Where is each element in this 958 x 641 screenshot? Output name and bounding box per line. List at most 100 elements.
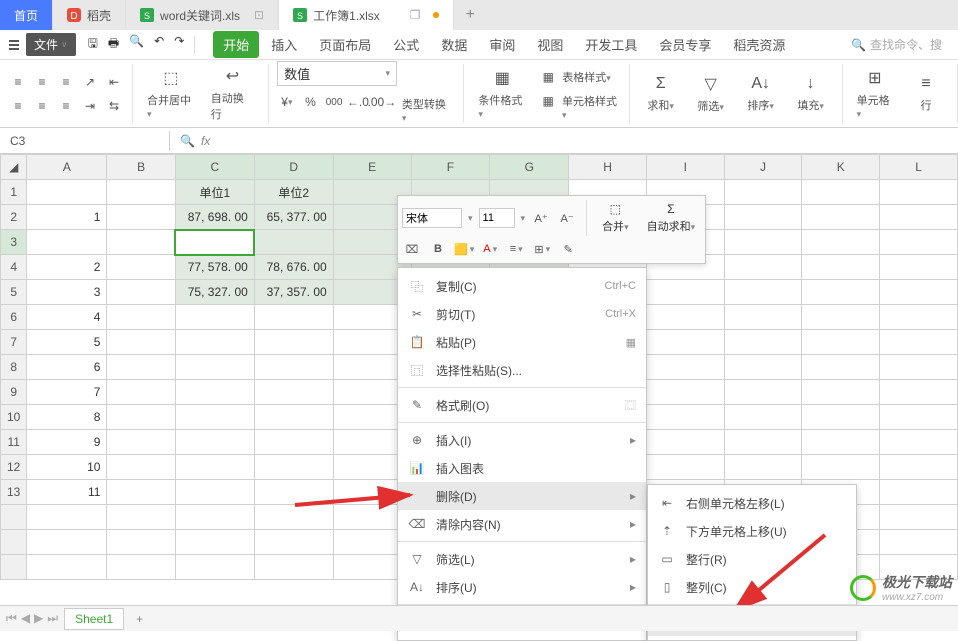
tab-data[interactable]: 数据 — [431, 31, 477, 58]
font-color-icon[interactable]: A▾ — [480, 239, 500, 259]
column-headers[interactable]: ◢ A B C D E F G H I J K L — [1, 155, 958, 180]
row-3[interactable]: 3 — [1, 230, 27, 255]
name-box[interactable]: C3 — [0, 131, 170, 151]
ctx-clear[interactable]: ⌫清除内容(N)▸ — [398, 510, 646, 538]
tab-add[interactable]: + — [454, 0, 487, 30]
fill-color-icon[interactable]: 🟨▾ — [454, 239, 474, 259]
cond-format-button[interactable]: ▦条件格式▾ — [472, 66, 532, 122]
col-K[interactable]: K — [802, 155, 880, 180]
currency-icon[interactable]: ¥ ▾ — [277, 92, 297, 112]
merge-mini-button[interactable]: ⬚合并▾ — [596, 200, 635, 236]
comma-icon[interactable]: 000 — [324, 92, 344, 112]
undo-icon[interactable]: ↶ — [154, 34, 164, 55]
sub-shift-up[interactable]: ⇡下方单元格上移(U) — [648, 517, 856, 545]
sum-button[interactable]: Σ求和▾ — [638, 73, 684, 115]
close-icon[interactable]: ⊡ — [254, 8, 264, 22]
tab-layout[interactable]: 页面布局 — [309, 31, 381, 58]
cell-button[interactable]: ⊞单元格▾ — [851, 66, 899, 122]
tab-doc2[interactable]: S word关键词.xls ⊡ — [126, 0, 279, 30]
file-menu[interactable]: 文件∨ — [26, 33, 76, 56]
ctx-insert[interactable]: ⊕插入(I)▸ — [398, 426, 646, 454]
indent-dec-icon[interactable]: ⇤ — [104, 72, 124, 92]
active-cell[interactable] — [175, 230, 254, 255]
percent-icon[interactable]: % — [301, 92, 321, 112]
tab-view[interactable]: 视图 — [527, 31, 573, 58]
align-bottom-icon[interactable]: ≡ — [56, 72, 76, 92]
ctx-sort[interactable]: A↓排序(U)▸ — [398, 573, 646, 601]
tab-member[interactable]: 会员专享 — [649, 31, 721, 58]
row-7[interactable]: 7 — [1, 330, 27, 355]
row-8[interactable]: 8 — [1, 355, 27, 380]
save-icon[interactable]: 🖫 — [88, 34, 98, 55]
align-right-icon[interactable]: ≡ — [56, 96, 76, 116]
font-grow-icon[interactable]: A⁺ — [531, 208, 551, 228]
tab-dev[interactable]: 开发工具 — [575, 31, 647, 58]
nav-last-icon[interactable]: ⏭ — [47, 611, 58, 626]
redo-icon[interactable]: ↷ — [174, 34, 184, 55]
nav-first-icon[interactable]: ⏮ — [6, 611, 17, 626]
border-mini-icon[interactable]: ⊞▾ — [532, 239, 552, 259]
row-4[interactable]: 4 — [1, 255, 27, 280]
ctx-copy[interactable]: ⿻复制(C)Ctrl+C — [398, 272, 646, 300]
tab-home[interactable]: 首页 — [0, 0, 53, 30]
table-style-button[interactable]: 表格样式▾ — [562, 69, 611, 87]
bold-icon[interactable]: B — [428, 239, 448, 259]
filter-button[interactable]: ▽筛选▾ — [688, 72, 734, 116]
sheet-tab-1[interactable]: Sheet1 — [64, 608, 124, 630]
ctx-insert-chart[interactable]: 📊插入图表 — [398, 454, 646, 482]
col-J[interactable]: J — [724, 155, 802, 180]
align-middle-icon[interactable]: ≡ — [32, 72, 52, 92]
row-5[interactable]: 5 — [1, 280, 27, 305]
tab-daoke-res[interactable]: 稻壳资源 — [723, 31, 795, 58]
col-F[interactable]: F — [411, 155, 490, 180]
col-B[interactable]: B — [107, 155, 176, 180]
tab-formula[interactable]: 公式 — [383, 31, 429, 58]
ctx-paste[interactable]: 📋粘贴(P)▦ — [398, 328, 646, 356]
ctx-format-painter[interactable]: ✎格式刷(O)⿴ — [398, 391, 646, 419]
number-format-select[interactable]: 数值▾ — [277, 61, 397, 86]
tab-start[interactable]: 开始 — [213, 31, 259, 58]
format-painter-ext-icon[interactable]: ⿴ — [625, 397, 636, 413]
ctx-delete[interactable]: 删除(D)▸ — [398, 482, 646, 510]
col-E[interactable]: E — [333, 155, 411, 180]
row-button[interactable]: ≡行 — [903, 73, 949, 115]
font-size-input[interactable] — [479, 208, 515, 228]
row-12[interactable]: 12 — [1, 455, 27, 480]
restore-icon[interactable]: ❐ — [410, 8, 421, 22]
preview-icon[interactable]: 🔍 — [129, 34, 144, 55]
sub-entire-col[interactable]: ▯整列(C) — [648, 573, 856, 601]
row-11[interactable]: 11 — [1, 430, 27, 455]
merge-center-button[interactable]: ⬚合并居中▾ — [141, 66, 201, 122]
align-top-icon[interactable]: ≡ — [8, 72, 28, 92]
fx-area[interactable]: 🔍fx — [170, 134, 220, 148]
app-menu-icon[interactable] — [6, 37, 22, 53]
tab-doc3-active[interactable]: S 工作簿1.xlsx ❐ — [279, 0, 453, 30]
rtl-icon[interactable]: ⇆ — [104, 96, 124, 116]
inc-decimal-icon[interactable]: ←.0 — [348, 92, 368, 112]
type-convert-button[interactable]: 类型转换▾ — [396, 92, 456, 126]
autosum-mini-button[interactable]: Σ自动求和▾ — [641, 200, 702, 236]
row-2[interactable]: 2 — [1, 205, 27, 230]
row-10[interactable]: 10 — [1, 405, 27, 430]
col-C[interactable]: C — [175, 155, 254, 180]
print-icon[interactable]: 🖶 — [108, 34, 119, 55]
ctx-cut[interactable]: ✂剪切(T)Ctrl+X — [398, 300, 646, 328]
paste-options-icon[interactable]: ▦ — [626, 336, 636, 349]
tab-review[interactable]: 审阅 — [479, 31, 525, 58]
nav-next-icon[interactable]: ▶ — [34, 611, 43, 626]
ctx-paste-special[interactable]: ⿵选择性粘贴(S)... — [398, 356, 646, 384]
dec-decimal-icon[interactable]: .00→ — [372, 92, 392, 112]
col-D[interactable]: D — [254, 155, 333, 180]
row-1[interactable]: 1 — [1, 180, 27, 205]
col-G[interactable]: G — [490, 155, 569, 180]
select-all-corner[interactable]: ◢ — [1, 155, 27, 180]
sort-button[interactable]: A↓排序▾ — [738, 73, 784, 115]
align-center-icon[interactable]: ≡ — [32, 96, 52, 116]
wrap-text-button[interactable]: ↩自动换行 — [205, 64, 260, 124]
tab-insert[interactable]: 插入 — [261, 31, 307, 58]
sub-entire-row[interactable]: ▭整行(R) — [648, 545, 856, 573]
sheet-nav[interactable]: ⏮ ◀ ▶ ⏭ — [6, 611, 58, 626]
sub-shift-left[interactable]: ⇤右侧单元格左移(L) — [648, 489, 856, 517]
fill-button[interactable]: ↓填充▾ — [788, 73, 834, 115]
nav-prev-icon[interactable]: ◀ — [21, 611, 30, 626]
